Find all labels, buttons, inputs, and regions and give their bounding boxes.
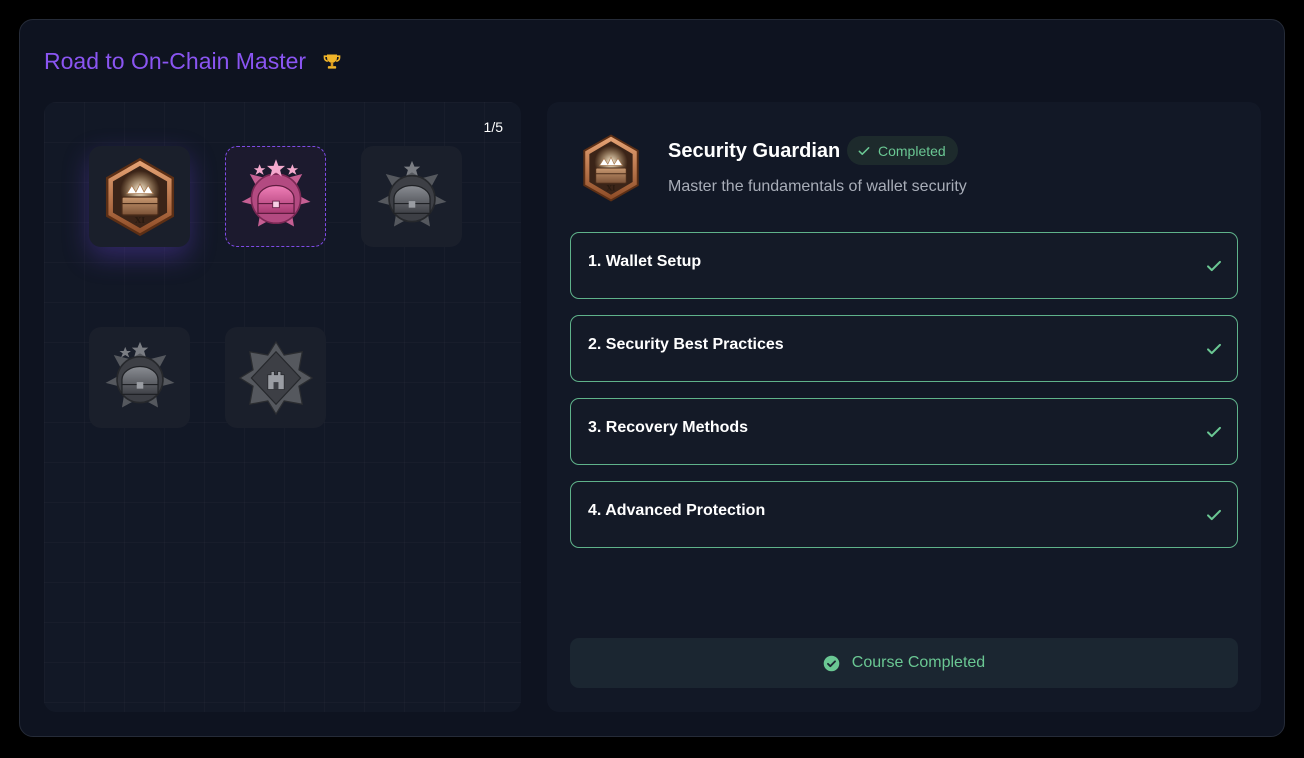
course-title: Security Guardian: [668, 140, 841, 162]
course-detail-panel: XI Security Guardian Completed Master th…: [547, 102, 1261, 712]
course-completed-label: Course Completed: [851, 654, 986, 671]
svg-text:XI: XI: [607, 183, 616, 192]
module-item-4[interactable]: 4. Advanced Protection: [570, 481, 1238, 548]
locked-treasure-chest-badge-icon: [377, 160, 446, 227]
status-badge-label: Completed: [878, 142, 946, 159]
status-badge: Completed: [847, 136, 958, 165]
badge-tile-4[interactable]: [89, 327, 190, 428]
badge-tile-2[interactable]: [225, 146, 326, 247]
roadmap-card: Road to On-Chain Master 1/5 XI XI Securi…: [19, 19, 1285, 737]
page-title-text: Road to On-Chain Master: [44, 48, 307, 74]
locked-castle-badge-icon: [238, 340, 313, 415]
module-item-2[interactable]: 2. Security Best Practices: [570, 315, 1238, 382]
course-completed-button[interactable]: Course Completed: [570, 638, 1238, 688]
check-icon: [858, 146, 870, 155]
badge-progress-counter: 1/5: [483, 119, 503, 135]
check-icon: [1207, 509, 1221, 521]
module-label: 3. Recovery Methods: [588, 419, 749, 436]
module-label: 1. Wallet Setup: [588, 253, 702, 270]
badge-tile-5[interactable]: [225, 327, 326, 428]
course-description: Master the fundamentals of wallet securi…: [668, 178, 967, 195]
bronze-treasure-chest-badge-icon: XI: [583, 134, 639, 202]
bronze-treasure-chest-badge-icon: XI: [105, 157, 174, 236]
check-icon: [1207, 260, 1221, 272]
pink-treasure-chest-badge-icon: [241, 158, 310, 227]
module-label: 2. Security Best Practices: [588, 336, 784, 353]
check-icon: [1207, 343, 1221, 355]
locked-treasure-chest-badge-icon: [105, 341, 174, 408]
check-icon: [1207, 426, 1221, 438]
badge-roadmap-panel: 1/5 XI: [44, 102, 521, 712]
module-label: 4. Advanced Protection: [588, 502, 766, 519]
badge-tile-3[interactable]: [361, 146, 462, 247]
page-title: Road to On-Chain Master: [44, 48, 342, 75]
module-item-1[interactable]: 1. Wallet Setup: [570, 232, 1238, 299]
check-circle-icon: [823, 655, 840, 671]
module-item-3[interactable]: 3. Recovery Methods: [570, 398, 1238, 465]
badge-tile-1[interactable]: XI: [89, 146, 190, 247]
svg-text:XI: XI: [134, 215, 144, 225]
trophy-icon: [323, 54, 341, 69]
